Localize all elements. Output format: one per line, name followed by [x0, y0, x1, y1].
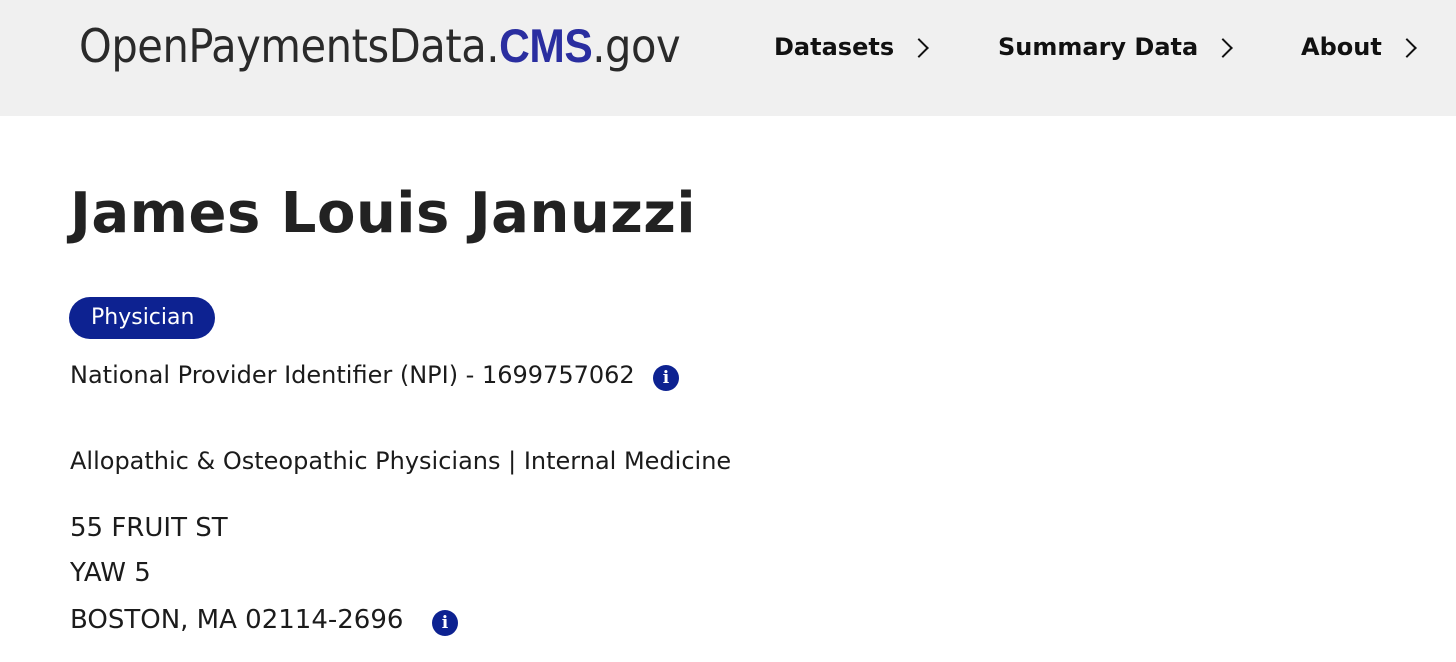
address-line-3: BOSTON, MA 02114-2696 — [70, 605, 404, 635]
nav-datasets-label: Datasets — [774, 33, 895, 61]
info-icon[interactable]: i — [432, 610, 458, 636]
site-header: OpenPaymentsData.CMS.gov Datasets Summar… — [0, 0, 1456, 116]
logo-text-openpaymentsdata: OpenPaymentsData. — [79, 19, 500, 73]
npi-text: National Provider Identifier (NPI) - 169… — [70, 361, 635, 389]
address-line-1: 55 FRUIT ST — [70, 513, 228, 543]
logo-text-cms: CMS — [499, 19, 593, 72]
nav-summary-data[interactable]: Summary Data — [998, 28, 1234, 66]
site-logo[interactable]: OpenPaymentsData.CMS.gov — [79, 14, 743, 78]
specialty-text: Allopathic & Osteopathic Physicians | In… — [70, 447, 732, 475]
chevron-right-icon — [1396, 38, 1417, 58]
nav-about-label: About — [1301, 33, 1382, 61]
nav-datasets[interactable]: Datasets — [774, 28, 930, 66]
chevron-right-icon — [1213, 38, 1234, 58]
info-icon[interactable]: i — [653, 365, 679, 391]
chevron-right-icon — [909, 38, 930, 58]
nav-summary-data-label: Summary Data — [998, 33, 1199, 61]
provider-name: James Louis Januzzi — [70, 181, 697, 246]
logo-text-gov: .gov — [592, 19, 681, 73]
nav-about[interactable]: About — [1301, 28, 1417, 66]
provider-type-badge: Physician — [69, 297, 215, 339]
address-line-2: YAW 5 — [70, 558, 151, 588]
